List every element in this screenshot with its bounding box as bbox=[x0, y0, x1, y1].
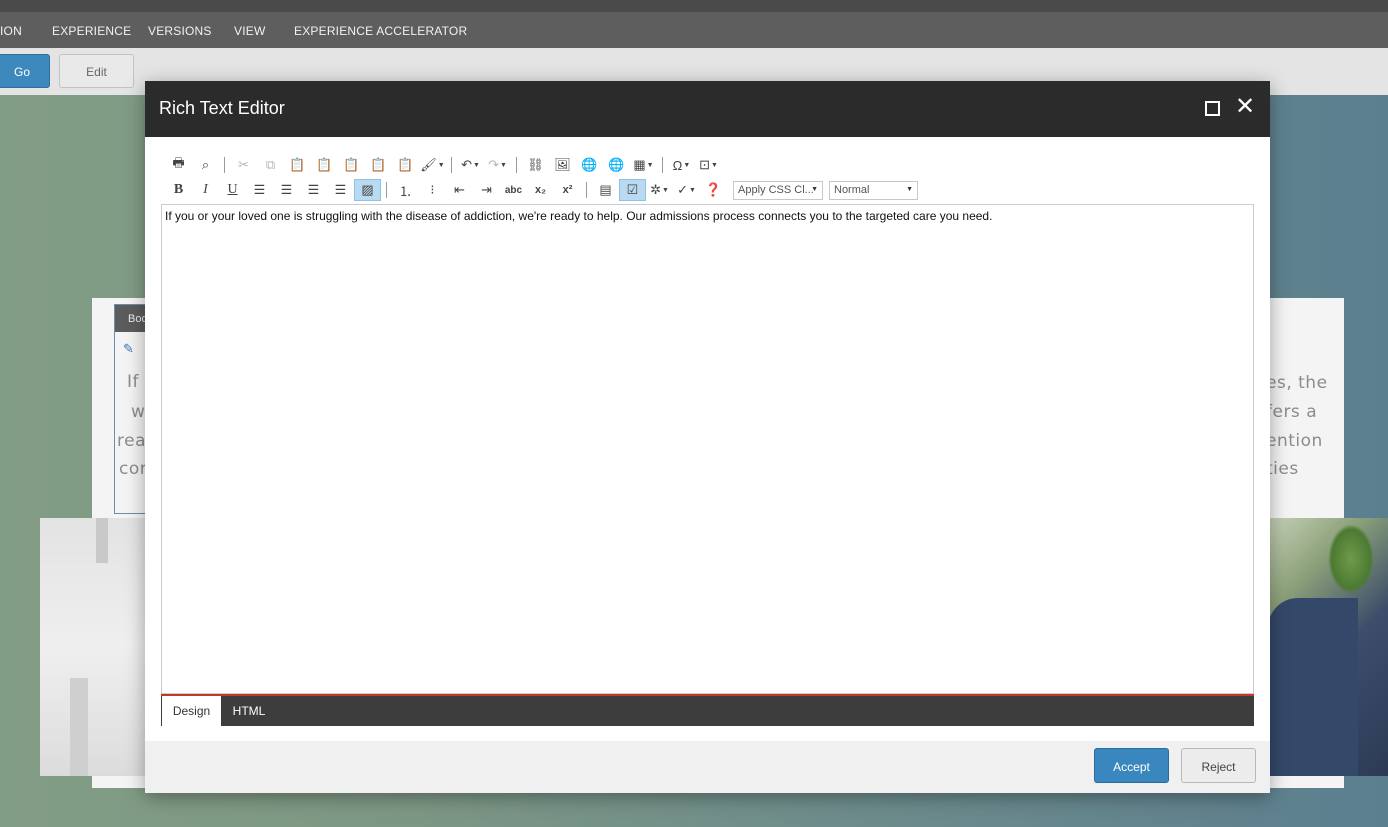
toolbar-separator bbox=[224, 157, 225, 173]
media-icon[interactable]: ✲ ▼ bbox=[646, 179, 673, 201]
tab-html[interactable]: HTML bbox=[221, 696, 277, 726]
help-icon[interactable]: ❓ bbox=[700, 179, 727, 201]
undo-icon[interactable]: ↶ ▼ bbox=[457, 154, 484, 176]
top-strip bbox=[0, 0, 1388, 12]
print-icon[interactable]: 🖶 bbox=[165, 154, 192, 176]
bulleted-list-icon[interactable]: ⁝ bbox=[419, 179, 446, 201]
photo-left-pillar bbox=[96, 518, 108, 563]
chevron-down-icon: ▼ bbox=[811, 185, 818, 193]
align-right-icon[interactable]: ☰ bbox=[300, 179, 327, 201]
insert-snippet-icon[interactable]: ⊡ ▼ bbox=[695, 154, 722, 176]
editor-toolbar-row-2: B I U ☰ ☰ ☰ ☰ ▨ ⒈ ⁝ ⇤ ⇥ abc x₂ x² ▤ ☑ ✲ ▼… bbox=[165, 178, 918, 202]
paste-icon[interactable]: 📋 bbox=[284, 154, 311, 176]
paste-plain-icon[interactable]: 📋 bbox=[338, 154, 365, 176]
indent-icon[interactable]: ⇥ bbox=[473, 179, 500, 201]
photo-left bbox=[40, 518, 150, 776]
toolbar-separator bbox=[662, 157, 663, 173]
clear-format-icon[interactable]: ▨ bbox=[354, 179, 381, 201]
photo-right bbox=[1268, 518, 1388, 776]
bg-text-left-3: rea bbox=[117, 431, 146, 451]
ribbon-tab-versions[interactable]: VERSIONS bbox=[148, 24, 212, 38]
css-class-select[interactable]: Apply CSS Cl... ▼ bbox=[733, 180, 823, 200]
paragraph-icon[interactable]: ▤ bbox=[592, 179, 619, 201]
close-icon[interactable]: ✕ bbox=[1235, 95, 1255, 119]
ribbon-bar: ION EXPERIENCE VERSIONS VIEW EXPERIENCE … bbox=[0, 12, 1388, 48]
pencil-icon[interactable]: ✎ bbox=[123, 341, 134, 357]
bg-text-left-2: w bbox=[131, 402, 146, 422]
paste-html-icon[interactable]: 📋 bbox=[365, 154, 392, 176]
ribbon-tab-experience-accelerator[interactable]: EXPERIENCE ACCELERATOR bbox=[294, 24, 467, 38]
numbered-list-icon[interactable]: ⒈ bbox=[392, 179, 419, 201]
dialog-body: 🖶 ⌕ ✂ ⧉ 📋 📋 📋 📋 📋 🖌 ▼ ↶ ▼ ↷ ▼ ⛓ 🖼 🌐 🌐 ▦ ▼ Ω ▼… bbox=[145, 137, 1270, 741]
underline-icon[interactable]: U bbox=[219, 179, 246, 201]
bold-icon[interactable]: B bbox=[165, 179, 192, 201]
hyperlink-icon[interactable]: 🌐 bbox=[576, 154, 603, 176]
subscript-icon[interactable]: x₂ bbox=[527, 179, 554, 201]
bg-text-right-1: es, the bbox=[1266, 373, 1328, 393]
bg-text-right-2: fers a bbox=[1266, 402, 1318, 422]
bg-text-left-4: cor bbox=[119, 459, 148, 479]
cut-icon[interactable]: ✂ bbox=[230, 154, 257, 176]
editor-text[interactable]: If you or your loved one is struggling w… bbox=[165, 209, 992, 223]
spellcheck-icon[interactable]: ✓ ▼ bbox=[673, 179, 700, 201]
chevron-down-icon: ▼ bbox=[906, 185, 913, 193]
ribbon-tab-ion[interactable]: ION bbox=[0, 24, 22, 38]
photo-right-person bbox=[1268, 598, 1358, 776]
ribbon-tab-view[interactable]: VIEW bbox=[234, 24, 265, 38]
editor-mode-bar: Design HTML bbox=[161, 694, 1254, 726]
redo-icon[interactable]: ↷ ▼ bbox=[484, 154, 511, 176]
copy-icon[interactable]: ⧉ bbox=[257, 154, 284, 176]
go-button[interactable]: Go bbox=[0, 54, 50, 88]
photo-left-stand bbox=[70, 678, 88, 776]
editor-toolbar-row-1: 🖶 ⌕ ✂ ⧉ 📋 📋 📋 📋 📋 🖌 ▼ ↶ ▼ ↷ ▼ ⛓ 🖼 🌐 🌐 ▦ ▼ Ω ▼… bbox=[165, 153, 722, 177]
outdent-icon[interactable]: ⇤ bbox=[446, 179, 473, 201]
italic-icon[interactable]: I bbox=[192, 179, 219, 201]
unlink-icon[interactable]: 🌐 bbox=[603, 154, 630, 176]
image-manager-icon[interactable]: 🖼 bbox=[549, 154, 576, 176]
dialog-header: Rich Text Editor ✕ bbox=[145, 81, 1270, 137]
rich-text-editor-dialog: Rich Text Editor ✕ 🖶 ⌕ ✂ ⧉ 📋 📋 📋 📋 📋 🖌 ▼ … bbox=[145, 81, 1270, 793]
editor-content-area[interactable]: If you or your loved one is struggling w… bbox=[161, 204, 1254, 694]
ribbon-tab-experience[interactable]: EXPERIENCE bbox=[52, 24, 131, 38]
toolbar-separator bbox=[451, 157, 452, 173]
table-icon[interactable]: ▦ ▼ bbox=[630, 154, 657, 176]
dialog-title: Rich Text Editor bbox=[159, 98, 285, 118]
special-char-icon[interactable]: Ω ▼ bbox=[668, 154, 695, 176]
bg-text-right-4: ties bbox=[1266, 459, 1299, 479]
paste-markdown-icon[interactable]: 📋 bbox=[392, 154, 419, 176]
align-left-icon[interactable]: ☰ bbox=[246, 179, 273, 201]
toolbar-separator bbox=[386, 182, 387, 198]
bg-text-right-3: ention bbox=[1266, 431, 1323, 451]
strikethrough-icon[interactable]: abc bbox=[500, 179, 527, 201]
link-manager-icon[interactable]: ⛓ bbox=[522, 154, 549, 176]
format-select-label: Normal bbox=[834, 183, 870, 196]
find-icon[interactable]: ⌕ bbox=[192, 154, 219, 176]
justify-icon[interactable]: ☰ bbox=[327, 179, 354, 201]
format-select[interactable]: Normal ▼ bbox=[829, 180, 918, 200]
paste-word-icon[interactable]: 📋 bbox=[311, 154, 338, 176]
accept-button[interactable]: Accept bbox=[1094, 748, 1169, 783]
check-icon[interactable]: ☑ bbox=[619, 179, 646, 201]
toolbar-separator bbox=[516, 157, 517, 173]
format-painter-icon[interactable]: 🖌 ▼ bbox=[419, 154, 446, 176]
edit-button[interactable]: Edit bbox=[59, 54, 134, 88]
superscript-icon[interactable]: x² bbox=[554, 179, 581, 201]
photo-right-plant bbox=[1328, 524, 1374, 594]
css-class-select-label: Apply CSS Cl... bbox=[738, 183, 814, 196]
toolbar-separator bbox=[586, 182, 587, 198]
maximize-icon[interactable] bbox=[1205, 101, 1220, 116]
reject-button[interactable]: Reject bbox=[1181, 748, 1256, 783]
tab-design[interactable]: Design bbox=[162, 696, 221, 726]
align-center-icon[interactable]: ☰ bbox=[273, 179, 300, 201]
